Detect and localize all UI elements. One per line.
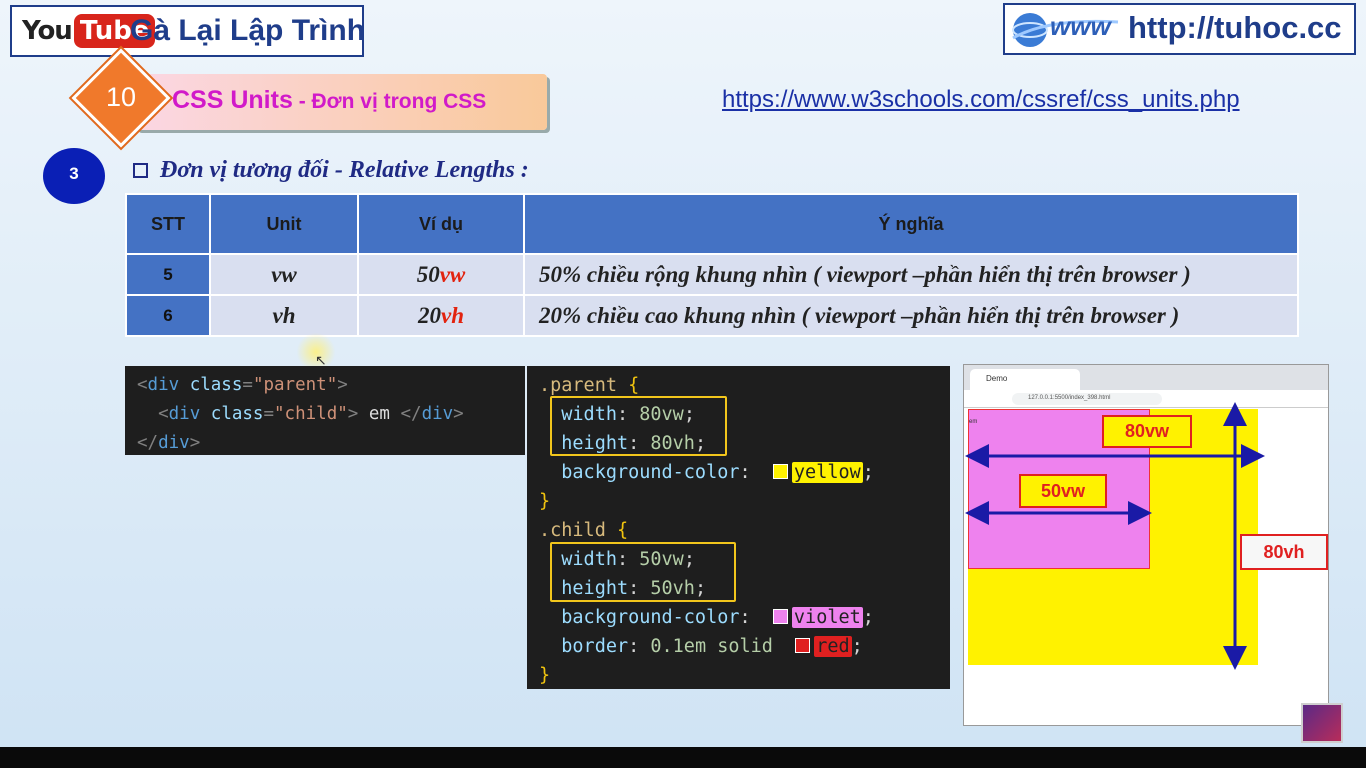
section-title: Đơn vị tương đối - Relative Lengths : [133,157,529,184]
svg-text:www: www [1050,11,1112,41]
units-table: STT Unit Ví dụ Ý nghĩa 5 vw 50vw 50% chi… [125,193,1299,337]
cell-unit: vw [209,253,359,296]
code-line: <div class="parent"> [137,375,348,395]
code-line: border: 0.1em solid red; [561,636,863,657]
color-swatch [795,638,811,653]
www-globe-icon: www [1012,11,1119,47]
lesson-number: 10 [105,82,137,112]
code-line: </div> [137,433,201,453]
lesson-title: CSS Units - Đơn vị trong CSS [172,86,487,114]
col-header-stt: STT [125,193,211,255]
code-line: .child { [539,520,629,541]
step-number: 3 [69,164,79,183]
cell-meaning: 50% chiều rộng khung nhìn ( viewport –ph… [523,253,1299,296]
col-header-meaning: Ý nghĩa [523,193,1299,255]
css-code-panel: .parent { width: 80vw; height: 80vh; bac… [527,366,950,689]
video-bottom-bar [0,747,1366,768]
highlight-box [550,542,736,602]
channel-avatar [1301,703,1343,743]
code-line: background-color: violet; [561,607,874,628]
cell-example: 20vh [357,294,525,337]
checkbox-bullet-icon [133,163,148,178]
col-header-unit: Unit [209,193,359,255]
cell-stt: 6 [125,294,211,337]
table-row: 5 vw 50vw 50% chiều rộng khung nhìn ( vi… [125,253,1299,296]
label-50vw: 50vw [1019,474,1107,508]
code-line: background-color: yellow; [561,462,874,483]
table-row: 6 vh 20vh 20% chiều cao khung nhìn ( vie… [125,294,1299,337]
color-swatch [772,464,788,479]
color-swatch [772,609,788,624]
cell-meaning: 20% chiều cao khung nhìn ( viewport –phầ… [523,294,1299,337]
html-code-panel: <div class="parent"> <div class="child">… [125,366,525,455]
col-header-example: Ví dụ [357,193,525,255]
cell-stt: 5 [125,253,211,296]
table-header-row: STT Unit Ví dụ Ý nghĩa [125,193,1299,255]
label-80vh: 80vh [1240,534,1328,570]
cell-unit: vh [209,294,359,337]
code-line: <div class="child"> em </div> [158,404,464,424]
cell-example: 50vw [357,253,525,296]
code-line: } [539,665,551,686]
highlight-box [550,396,727,456]
code-line: } [539,491,551,512]
site-url[interactable]: http://tuhoc.cc [1128,10,1342,46]
label-80vw: 80vw [1102,415,1192,448]
channel-name: Gà Lại Lập Trình [130,14,366,47]
reference-link[interactable]: https://www.w3schools.com/cssref/css_uni… [722,86,1240,114]
